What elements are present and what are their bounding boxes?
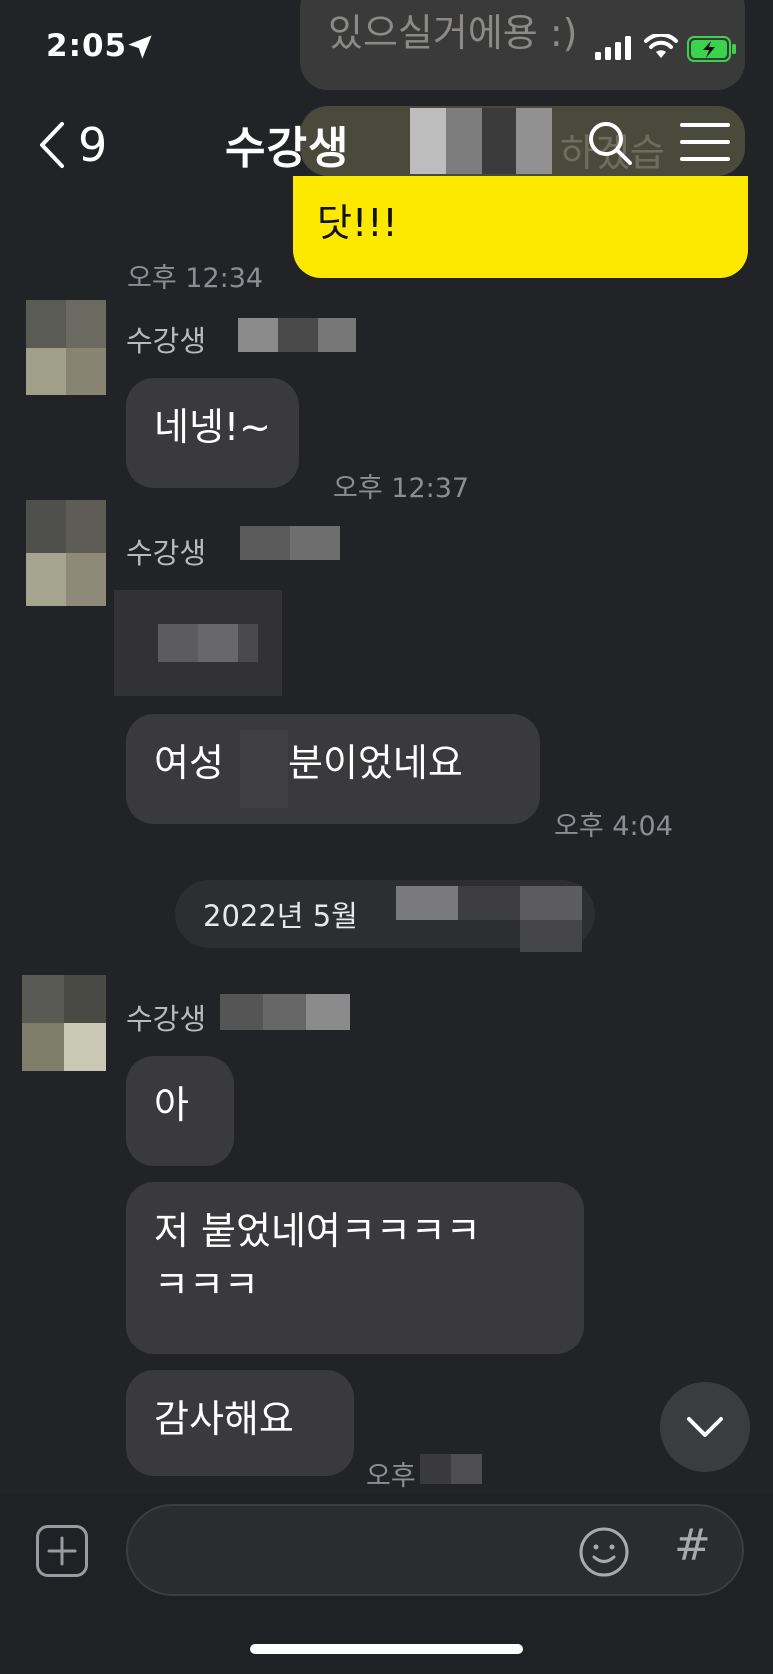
message-time: 오후 12:34 <box>127 263 264 294</box>
censored-date <box>396 886 582 952</box>
avatar[interactable] <box>22 975 106 1071</box>
censored-name <box>220 994 350 1030</box>
sender-name: 수강생 <box>126 1002 207 1036</box>
message-time: 오후 12:37 <box>333 473 470 504</box>
hashtag-button[interactable]: # <box>674 1520 711 1571</box>
add-attachment-button[interactable] <box>36 1525 88 1577</box>
message-bubble-partial-top[interactable]: 있으실거에용 :) <box>300 0 745 90</box>
avatar[interactable] <box>26 300 106 395</box>
chevron-down-icon <box>687 1417 723 1437</box>
date-text: 2022년 5월 <box>203 899 358 933</box>
back-button[interactable]: 9 <box>36 110 126 180</box>
message-text-line2: ㅋㅋㅋ <box>154 1263 259 1307</box>
message-text-line1: 저 붙었네여ㅋㅋㅋㅋ <box>154 1209 481 1253</box>
signal-bars-icon <box>595 36 631 60</box>
censored-time <box>420 1454 482 1484</box>
censored-message-bubble[interactable] <box>114 590 282 696</box>
message-text: 닷!!! <box>317 201 398 245</box>
sender-name: 수강생 <box>126 324 207 358</box>
censored-name <box>410 108 552 174</box>
battery-charging-icon <box>687 36 736 62</box>
message-input[interactable] <box>126 1504 744 1596</box>
chevron-left-icon <box>40 122 64 168</box>
message-text: 있으실거에용 :) <box>328 11 578 55</box>
message-bubble[interactable]: 네넹!~ <box>126 378 299 488</box>
message-text: 아 <box>154 1083 189 1127</box>
message-text: 여성 <box>154 741 224 785</box>
hamburger-menu-icon[interactable] <box>680 122 730 162</box>
censored-name <box>238 318 356 352</box>
message-time: 오후 <box>366 1461 416 1492</box>
message-bubble[interactable]: 아 <box>126 1056 234 1166</box>
unread-count: 9 <box>78 118 108 172</box>
sender-name: 수강생 <box>126 536 207 570</box>
censored-text <box>240 730 288 808</box>
avatar[interactable] <box>26 500 106 606</box>
message-time: 오후 4:04 <box>554 811 673 842</box>
message-text: 네넹!~ <box>154 405 271 449</box>
location-arrow-icon <box>128 35 152 59</box>
my-message-bubble[interactable]: 닷!!! <box>293 176 748 278</box>
plus-icon <box>47 1536 77 1566</box>
censored-name <box>240 526 340 560</box>
message-text: 분이었네요 <box>288 741 463 785</box>
message-bubble[interactable]: 감사해요 <box>126 1370 354 1476</box>
status-time: 2:05 <box>46 28 128 64</box>
wifi-icon <box>644 34 678 58</box>
message-bubble[interactable]: 여성 분이었네요 <box>126 714 540 824</box>
scroll-to-bottom-button[interactable] <box>660 1382 750 1472</box>
home-indicator <box>250 1644 523 1654</box>
emoji-icon[interactable] <box>578 1526 630 1578</box>
chat-title: 수강생 <box>225 123 350 174</box>
search-icon[interactable] <box>587 120 633 166</box>
message-bubble[interactable]: 저 붙었네여ㅋㅋㅋㅋ ㅋㅋㅋ <box>126 1182 584 1354</box>
message-text: 감사해요 <box>154 1397 294 1441</box>
